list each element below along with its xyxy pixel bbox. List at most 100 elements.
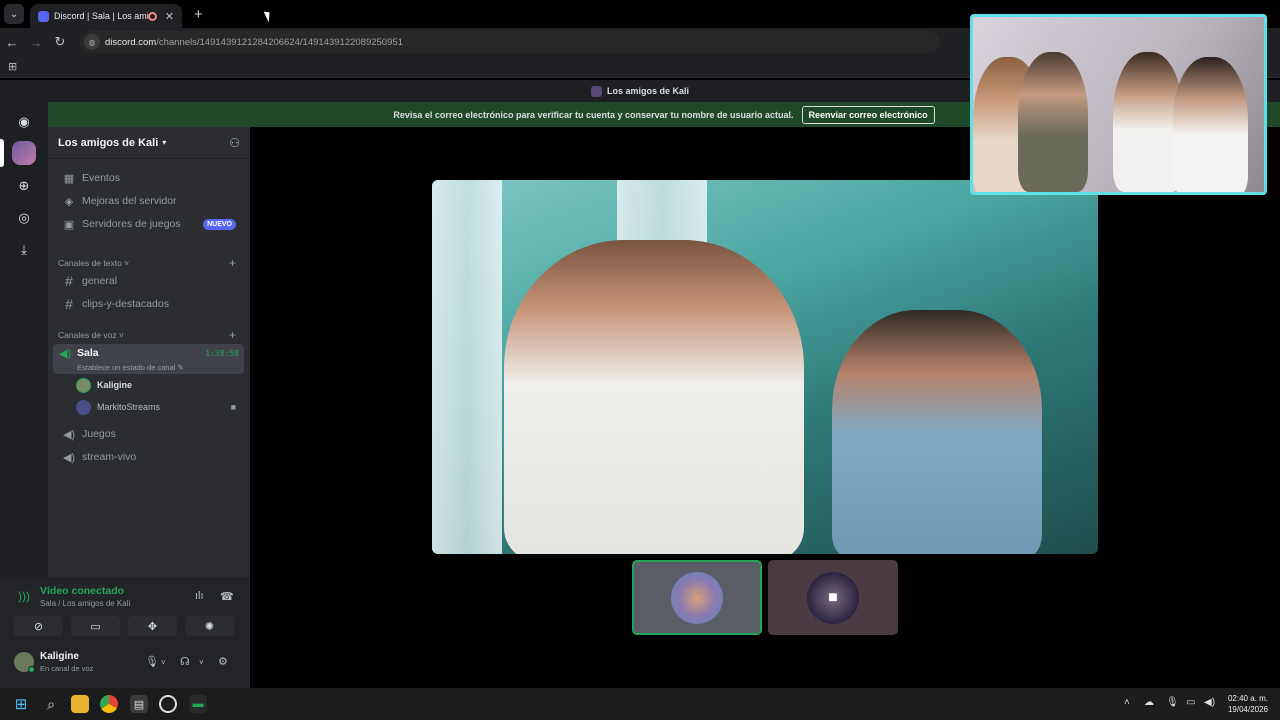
discord-home-icon[interactable]: ◉ — [12, 110, 36, 134]
text-channels-category[interactable]: Canales de texto ˅ + — [58, 256, 240, 270]
voice-channel-sala[interactable]: ◀) Sala 1:38:58 Establece un estado de c… — [53, 344, 244, 374]
resend-email-button[interactable]: Reenviar correo electrónico — [801, 105, 935, 124]
chevron-down-icon: ˅ — [118, 330, 124, 340]
connection-title: Vídeo conectado — [40, 585, 125, 597]
chrome-icon[interactable] — [100, 695, 118, 713]
camera-icon: ■ — [230, 402, 236, 412]
menu-item-game-servers[interactable]: ▣ Servidores de juegos NUEVO — [56, 214, 242, 234]
chevron-up-icon[interactable]: ˄ — [1124, 697, 1130, 708]
network-icon[interactable]: ▭ — [1186, 697, 1195, 708]
microphone-icon[interactable]: 🎙 — [1166, 697, 1179, 708]
channel-label: general — [82, 275, 118, 287]
store-icon[interactable]: ▤ — [130, 695, 148, 713]
windows-start-icon[interactable]: ⊞ — [12, 695, 30, 713]
explore-icon[interactable]: ◎ — [12, 206, 36, 230]
volume-icon[interactable]: ◀) — [1204, 697, 1215, 708]
voice-user-name: Kaligine — [97, 380, 133, 390]
hashtag-icon: # — [65, 273, 73, 289]
app-icon[interactable]: ▬ — [189, 695, 207, 713]
server-avatar-icon[interactable] — [12, 141, 36, 165]
main-video-feed[interactable] — [432, 180, 1098, 554]
connection-subtitle[interactable]: Sala / Los amigos de Kali — [40, 599, 130, 608]
channel-status-hint[interactable]: Establece un estado de canal ✎ — [77, 363, 184, 372]
soundboard-button[interactable]: ✺ — [185, 616, 234, 636]
noise-suppression-icon[interactable]: ılı — [195, 590, 204, 602]
back-icon[interactable]: ← — [0, 35, 24, 50]
chevron-down-icon: ▾ — [162, 138, 167, 147]
disconnect-icon[interactable]: ☎ — [220, 590, 234, 603]
camera-off-icon: ⊘ — [33, 620, 44, 633]
channel-label: stream-vivo — [82, 451, 137, 463]
add-channel-icon[interactable]: + — [229, 328, 236, 342]
server-header[interactable]: Los amigos de Kali ▾ ⚇ — [48, 127, 250, 159]
search-icon[interactable]: ⌕ — [42, 695, 60, 713]
activities-button[interactable]: ✥ — [128, 616, 177, 636]
speaker-icon: ◀) — [62, 451, 76, 464]
clock-date: 19/04/2026 — [1227, 705, 1268, 714]
participant-tile-kaligine[interactable] — [632, 560, 762, 635]
video-curtain-left — [432, 180, 502, 554]
microphone-icon[interactable]: 🎙 — [145, 655, 159, 668]
url-input[interactable]: ◍ discord.com/channels/14914391212842066… — [80, 31, 940, 53]
category-label: Canales de texto — [58, 258, 122, 268]
voice-user-kaligine[interactable]: Kaligine — [76, 376, 242, 394]
url-host: discord.com — [105, 36, 157, 48]
tab-title: Discord | Sala | Los amigos de Kali — [54, 11, 148, 21]
soundboard-icon: ✺ — [204, 620, 215, 633]
gear-icon[interactable]: ⚙ — [218, 655, 228, 668]
share-screen-button[interactable]: ▭ — [71, 616, 120, 636]
menu-item-boosts[interactable]: ◈ Mejoras del servidor — [56, 191, 242, 211]
category-label: Canales de voz — [58, 330, 117, 340]
voice-channels-category[interactable]: Canales de voz ˅ + — [58, 328, 240, 342]
chevron-down-icon[interactable]: ˅ — [199, 658, 204, 667]
recording-icon — [147, 11, 157, 21]
participant-tile-markito[interactable]: ■ — [768, 560, 898, 635]
channel-general[interactable]: # general — [56, 271, 242, 291]
forward-icon[interactable]: → — [24, 35, 48, 50]
gamepad-icon: ▣ — [63, 218, 75, 231]
browser-tab-discord[interactable]: Discord | Sala | Los amigos de Kali ✕ — [30, 4, 182, 28]
system-clock[interactable]: 02:40 a. m. 19/04/2026 — [1228, 693, 1268, 715]
speaker-icon: ◀) — [62, 428, 76, 441]
avatar — [76, 399, 91, 415]
site-info-icon[interactable]: ◍ — [84, 34, 100, 50]
channel-label: Juegos — [82, 428, 116, 440]
new-tab-icon[interactable]: + — [194, 6, 203, 23]
chevron-down-icon[interactable]: ˅ — [161, 658, 166, 667]
windows-taskbar: ⊞ ⌕ ▤ ▬ ˄ ☁ 🎙 ▭ ◀) 02:40 a. m. 19/04/202… — [0, 688, 1280, 720]
channel-label: clips-y-destacados — [82, 298, 169, 310]
channel-status-text: Establece un estado de canal — [77, 363, 176, 372]
activities-icon: ✥ — [147, 620, 158, 633]
hashtag-icon: # — [65, 296, 73, 312]
user-name[interactable]: Kaligine — [40, 651, 79, 662]
voice-user-panel: ))) Vídeo conectado Sala / Los amigos de… — [0, 577, 250, 688]
avatar — [671, 571, 723, 624]
discord-favicon-icon — [38, 10, 49, 22]
voice-user-markito[interactable]: MarkitoStreams ■ — [76, 398, 242, 416]
menu-item-label: Mejoras del servidor — [82, 195, 177, 207]
cloud-icon[interactable]: ☁ — [1144, 697, 1154, 708]
online-status-dot — [28, 666, 35, 673]
channel-clips[interactable]: # clips-y-destacados — [56, 294, 242, 314]
voice-channel-stream-vivo[interactable]: ◀) stream-vivo — [56, 447, 242, 467]
close-tab-icon[interactable]: ✕ — [165, 10, 174, 23]
camera-icon: ■ — [807, 571, 859, 624]
camera-toggle-button[interactable]: ⊘ — [14, 616, 63, 636]
screen-share-icon: ▭ — [90, 620, 101, 633]
calendar-icon: ▦ — [63, 172, 75, 185]
tab-search-icon[interactable]: ⌄ — [4, 4, 24, 24]
reload-icon[interactable]: ↻ — [48, 34, 72, 50]
video-person-man — [832, 310, 1042, 554]
headphones-icon[interactable]: ☊ — [180, 655, 190, 668]
download-icon[interactable]: ⤓ — [12, 238, 36, 262]
invite-people-icon[interactable]: ⚇ — [229, 136, 240, 150]
menu-item-events[interactable]: ▦ Eventos — [56, 168, 242, 188]
voice-channel-juegos[interactable]: ◀) Juegos — [56, 424, 242, 444]
file-explorer-icon[interactable] — [71, 695, 89, 713]
video-person-woman — [504, 240, 804, 554]
add-server-icon[interactable]: ⊕ — [12, 174, 36, 198]
apps-grid-icon[interactable]: ⊞ — [8, 60, 17, 73]
url-path: /channels/1491439121284206624/1491439122… — [156, 36, 403, 48]
add-channel-icon[interactable]: + — [229, 256, 236, 270]
obs-icon[interactable] — [159, 695, 177, 713]
